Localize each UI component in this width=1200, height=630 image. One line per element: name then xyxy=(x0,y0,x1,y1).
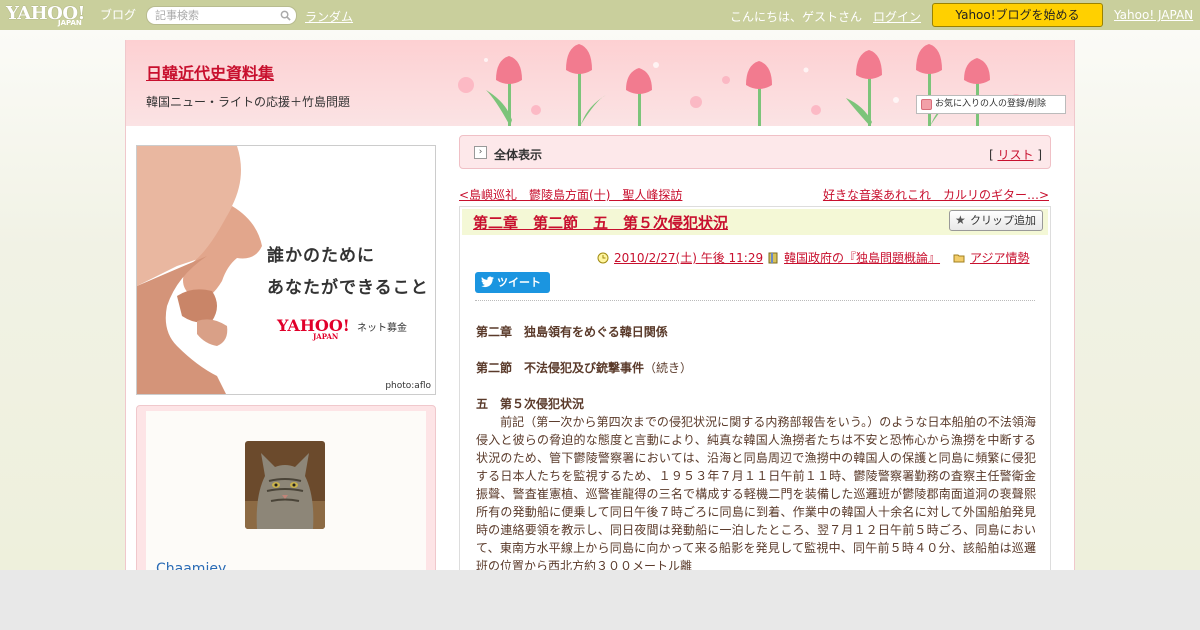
favorite-register-button[interactable]: お気に入りの人の登録/削除 xyxy=(916,95,1066,114)
ad-headline-line1: 誰かのために xyxy=(267,246,375,266)
chapter-heading: 第二章 独島領有をめぐる韓日関係 xyxy=(476,325,668,339)
twitter-bird-icon xyxy=(481,276,494,288)
blog-logo-text: ブログ xyxy=(100,8,137,22)
article-date: 2010/2/27(土) 午後 11:29 xyxy=(597,249,763,266)
favorite-register-label: お気に入りの人の登録/削除 xyxy=(935,99,1047,109)
next-article-link[interactable]: 好きな音楽あれこれ カルリのギター…> xyxy=(823,186,1049,203)
guest-greeting: こんにちは、ゲストさん xyxy=(730,10,863,24)
search-icon[interactable] xyxy=(280,10,291,21)
tweet-label: ツイート xyxy=(497,276,541,289)
blog-description: 韓国ニュー・ライトの応援＋竹島問題 xyxy=(146,95,351,109)
article-paragraph: 前記（第一次から第四次までの侵犯状況に関する内務部報告をいう。）のような日本船舶… xyxy=(476,415,1036,573)
clip-add-button[interactable]: ★ クリップ追加 xyxy=(949,210,1043,231)
list-bracket-close: ] xyxy=(1037,148,1042,162)
profile-panel: Chaamiey xyxy=(136,405,436,581)
view-all-label: 全体表示 xyxy=(494,148,543,162)
star-icon: ★ xyxy=(955,213,966,227)
random-link[interactable]: ランダム xyxy=(305,8,353,25)
folder-icon xyxy=(953,254,965,263)
heart-icon xyxy=(921,99,932,110)
section-heading-line: 第二節 不法侵犯及び銃撃事件（続き） xyxy=(476,359,1036,377)
cat-avatar-image xyxy=(245,441,325,529)
blog-title-link[interactable]: 日韓近代史資料集 xyxy=(146,60,274,84)
article-date-link[interactable]: 2010/2/27(土) 午後 11:29 xyxy=(614,251,763,265)
list-view-link[interactable]: リスト xyxy=(997,148,1033,162)
login-link[interactable]: ログイン xyxy=(873,8,921,25)
blog-header: 日韓近代史資料集 韓国ニュー・ライトの応援＋竹島問題 お気に入りの人の登録/削除 xyxy=(126,40,1074,126)
article-search-box xyxy=(146,6,297,25)
blog-container: 日韓近代史資料集 韓国ニュー・ライトの応援＋竹島問題 お気に入りの人の登録/削除… xyxy=(125,40,1075,581)
avatar[interactable] xyxy=(245,441,325,529)
section-heading: 第二節 不法侵犯及び銃撃事件 xyxy=(476,361,645,375)
page-bottom-area xyxy=(0,570,1200,630)
top-navigation-bar: YAHOO! JAPAN ブログ ランダム こんにちは、ゲストさん ログイン Y… xyxy=(0,0,1200,30)
list-view-control: [ リスト ] xyxy=(989,146,1042,163)
article-title[interactable]: 第二章 第二節 五 第５次侵犯状況 xyxy=(473,212,728,233)
yahoo-logo-japan: JAPAN xyxy=(58,19,82,27)
charity-ad-banner[interactable]: 誰かのために あなたができること YAHOO! JAPAN ネット募金 phot… xyxy=(136,145,436,395)
clip-add-label: クリップ追加 xyxy=(970,214,1036,227)
arrow-right-icon: › xyxy=(474,146,487,159)
article-panel: 第二章 第二節 五 第５次侵犯状況 ★ クリップ追加 2010/2/27(土) … xyxy=(459,206,1051,576)
profile-inner: Chaamiey xyxy=(146,411,426,581)
ad-photo-credit: photo:aflo xyxy=(385,381,431,391)
ad-yahoo-logo: YAHOO! JAPAN xyxy=(277,316,350,341)
book-category-link[interactable]: 韓国政府の『独島問題概論』 xyxy=(784,251,940,265)
clock-icon xyxy=(597,252,609,264)
start-blog-button[interactable]: Yahoo!ブログを始める xyxy=(932,3,1103,27)
yahoo-japan-link[interactable]: Yahoo! JAPAN xyxy=(1114,8,1193,22)
ad-headline-line2: あなたができること xyxy=(267,278,429,298)
article-divider xyxy=(475,300,1035,301)
book-icon xyxy=(768,252,778,264)
subsection-heading: 五 第５次侵犯状況 xyxy=(476,397,585,411)
article-body: 第二章 独島領有をめぐる韓日関係 第二節 不法侵犯及び銃撃事件（続き） 五 第５… xyxy=(476,323,1036,575)
search-input[interactable] xyxy=(155,8,275,23)
article-book-category: 韓国政府の『独島問題概論』 xyxy=(767,249,940,266)
article-header: 第二章 第二節 五 第５次侵犯状況 ★ クリップ追加 xyxy=(462,209,1048,235)
view-mode-bar: › 全体表示 [ リスト ] xyxy=(459,135,1051,169)
article-folder-category: アジア情勢 xyxy=(953,249,1030,266)
handshake-image xyxy=(137,146,435,394)
folder-category-link[interactable]: アジア情勢 xyxy=(970,251,1030,265)
section-suffix: （続き） xyxy=(644,361,693,375)
list-bracket-open: [ xyxy=(988,148,994,162)
previous-article-link[interactable]: <島嶼巡礼 鬱陵島方面(十) 聖人峰探訪 xyxy=(459,186,682,203)
tweet-button[interactable]: ツイート xyxy=(475,272,550,293)
ad-net-donation-label: ネット募金 xyxy=(357,323,407,334)
